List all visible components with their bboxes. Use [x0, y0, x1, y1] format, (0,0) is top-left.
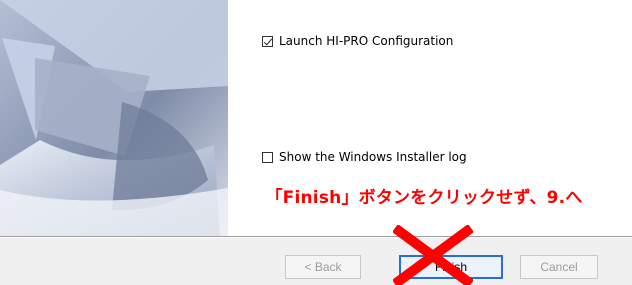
show-log-label: Show the Windows Installer log [279, 150, 467, 164]
show-log-checkbox[interactable] [262, 151, 273, 163]
back-button[interactable]: < Back [285, 255, 361, 279]
finish-button[interactable]: Finish [399, 255, 503, 279]
footer-divider-highlight [0, 237, 632, 238]
annotation-text: 「Finish」ボタンをクリックせず、9.へ [265, 188, 583, 208]
launch-checkbox[interactable] [262, 35, 273, 47]
show-log-option[interactable]: Show the Windows Installer log [262, 150, 467, 164]
installer-finish-screen: Launch HI-PRO Configuration Show the Win… [0, 0, 632, 285]
side-art-graphic [0, 0, 228, 236]
installer-side-art [0, 0, 228, 236]
launch-option[interactable]: Launch HI-PRO Configuration [262, 34, 453, 48]
launch-label: Launch HI-PRO Configuration [279, 34, 454, 48]
cancel-button[interactable]: Cancel [520, 255, 598, 279]
